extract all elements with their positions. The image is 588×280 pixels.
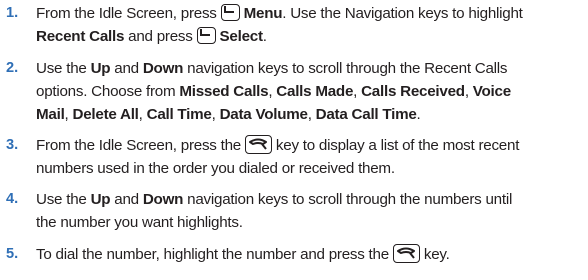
text-span: To dial the number, highlight the number… xyxy=(36,246,393,263)
text-span: key to display a list of the most recent xyxy=(271,137,520,154)
text-span: From the Idle Screen, press xyxy=(36,5,221,22)
text-span: and xyxy=(110,191,143,208)
bold-term: Up xyxy=(90,191,111,208)
step-line: Use the Up and Down navigation keys to s… xyxy=(36,57,584,80)
bold-term: Data Call Time xyxy=(315,106,417,123)
text-span: , xyxy=(353,83,362,100)
step-line: Use the Up and Down navigation keys to s… xyxy=(36,188,584,211)
step-text: From the Idle Screen, press the key to d… xyxy=(36,134,584,180)
soft-left-key-icon xyxy=(196,27,216,44)
text-span: numbers used in the order you dialed or … xyxy=(36,160,395,177)
step-line: numbers used in the order you dialed or … xyxy=(36,157,584,180)
send-key-icon xyxy=(392,244,420,263)
step-text: To dial the number, highlight the number… xyxy=(36,243,584,266)
step-number: 4. xyxy=(6,191,19,207)
text-span: Use the xyxy=(36,191,91,208)
bold-term: Call Time xyxy=(146,106,212,123)
bold-term: Down xyxy=(142,60,184,77)
text-span: options. Choose from xyxy=(36,83,180,100)
step-line: To dial the number, highlight the number… xyxy=(36,243,584,266)
step-line: Mail, Delete All, Call Time, Data Volume… xyxy=(36,103,584,126)
step-number: 2. xyxy=(6,60,19,76)
instruction-list: 1. From the Idle Screen, press Menu. Use… xyxy=(0,0,588,280)
step-number: 3. xyxy=(6,137,19,153)
step-line: the number you want highlights. xyxy=(36,211,584,234)
text-span: . xyxy=(262,28,267,45)
text-span: . xyxy=(416,106,421,123)
bold-term: Voice xyxy=(472,83,511,100)
text-span: From the Idle Screen, press the xyxy=(36,137,245,154)
bold-term: Mail xyxy=(36,106,65,123)
text-span: Use the xyxy=(36,60,91,77)
bold-term: Menu xyxy=(243,5,283,22)
text-span: , xyxy=(307,106,316,123)
bold-term: Up xyxy=(90,60,111,77)
bold-term: Recent Calls xyxy=(36,28,125,45)
step-text: Use the Up and Down navigation keys to s… xyxy=(36,57,584,126)
text-span: key. xyxy=(419,246,450,263)
bold-term: Calls Received xyxy=(361,83,465,100)
step-number: 1. xyxy=(6,5,19,21)
bold-term: Select xyxy=(219,28,264,45)
bold-term: Missed Calls xyxy=(179,83,269,100)
text-span: , xyxy=(464,83,473,100)
soft-left-key-icon xyxy=(220,4,240,21)
step-text: From the Idle Screen, press Menu. Use th… xyxy=(36,2,584,48)
text-span: . Use the Navigation keys to highlight xyxy=(282,5,523,22)
text-span: the number you want highlights. xyxy=(36,214,243,231)
text-span: , xyxy=(64,106,73,123)
text-span: and press xyxy=(124,28,197,45)
bold-term: Data Volume xyxy=(219,106,308,123)
step-line: Recent Calls and press Select. xyxy=(36,25,584,48)
step-text: Use the Up and Down navigation keys to s… xyxy=(36,188,584,234)
bold-term: Delete All xyxy=(72,106,139,123)
bold-term: Down xyxy=(142,191,184,208)
send-key-icon xyxy=(244,135,272,154)
step-line: From the Idle Screen, press the key to d… xyxy=(36,134,584,157)
bold-term: Calls Made xyxy=(276,83,354,100)
text-span: , xyxy=(211,106,220,123)
step-line: From the Idle Screen, press Menu. Use th… xyxy=(36,2,584,25)
text-span: navigation keys to scroll through the nu… xyxy=(183,191,513,208)
text-span: and xyxy=(110,60,143,77)
text-span: navigation keys to scroll through the Re… xyxy=(183,60,508,77)
text-span: , xyxy=(138,106,147,123)
step-line: options. Choose from Missed Calls, Calls… xyxy=(36,80,584,103)
step-number: 5. xyxy=(6,246,19,262)
